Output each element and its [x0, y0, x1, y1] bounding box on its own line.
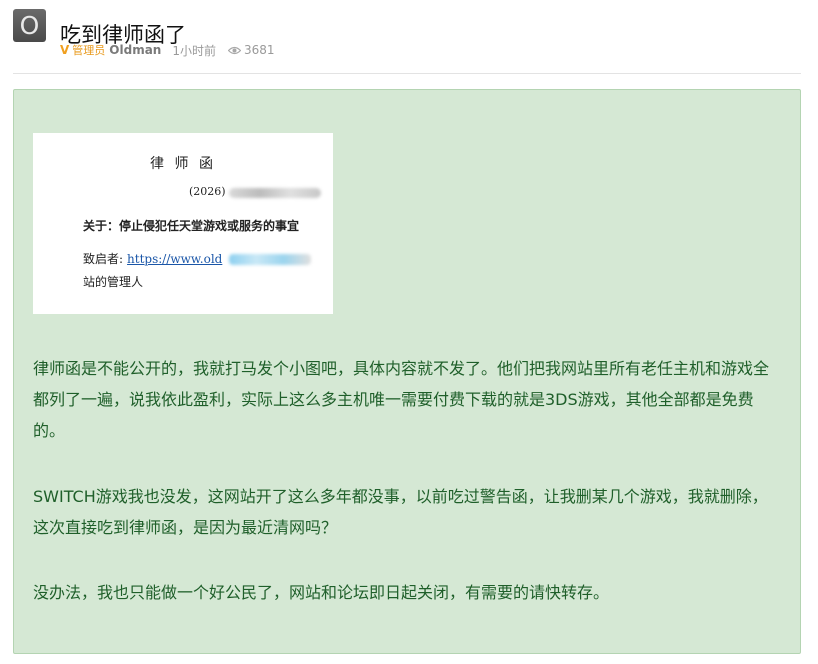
- post-content: 律 师 函 (2026) 关于：停止侵犯任天堂游戏或服务的事宜 致启者: http…: [13, 89, 801, 654]
- letter-recipient: 致启者: https://www.old: [83, 250, 222, 267]
- verified-v-icon: V: [60, 43, 70, 57]
- post-time: 1小时前: [172, 43, 216, 58]
- redacted-link: [229, 254, 311, 265]
- recipient-label: 致启者:: [83, 252, 124, 266]
- post-header: O 吃到律师函了 V 管理员 Oldman 1小时前 3681: [0, 0, 818, 74]
- redacted-number: [229, 188, 321, 198]
- letter-number: (2026): [189, 185, 226, 198]
- eye-icon: [228, 46, 241, 54]
- letter-subject: 关于：停止侵犯任天堂游戏或服务的事宜: [83, 219, 300, 233]
- paragraph-3: 没办法，我也只能做一个好公民了，网站和论坛即日起关闭，有需要的请快转存。: [33, 583, 610, 602]
- letter-admin: 站的管理人: [83, 275, 144, 289]
- role-label: 管理员: [72, 44, 106, 57]
- author-link[interactable]: Oldman: [109, 43, 161, 57]
- lawyer-letter-image[interactable]: 律 师 函 (2026) 关于：停止侵犯任天堂游戏或服务的事宜 致启者: http…: [33, 133, 333, 314]
- letter-title: 律 师 函: [150, 156, 216, 172]
- recipient-link: https://www.old: [127, 252, 223, 266]
- post-meta: V 管理员 Oldman 1小时前 3681: [60, 41, 275, 59]
- view-count: 3681: [244, 43, 275, 57]
- paragraph-2: SWITCH游戏我也没发，这网站开了这么多年都没事，以前吃过警告函，让我删某几个…: [33, 487, 768, 537]
- avatar[interactable]: O: [13, 9, 46, 42]
- divider: [13, 73, 801, 74]
- paragraph-1: 律师函是不能公开的，我就打马发个小图吧，具体内容就不发了。他们把我网站里所有老任…: [33, 359, 770, 440]
